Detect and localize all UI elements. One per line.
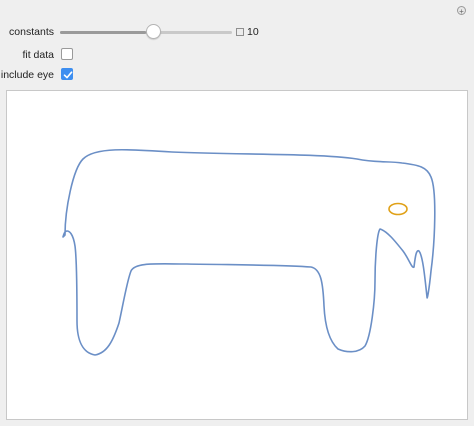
constants-label: constants xyxy=(9,26,54,38)
slider-fill xyxy=(60,31,146,34)
constants-value: 10 xyxy=(247,26,259,38)
fit-data-checkbox[interactable] xyxy=(61,48,73,60)
fit-data-label: fit data xyxy=(22,49,54,61)
elephant-outline xyxy=(62,148,436,356)
animation-toggle-icon[interactable] xyxy=(236,28,244,36)
include-eye-label: include eye xyxy=(0,69,54,81)
include-eye-checkbox[interactable] xyxy=(61,68,73,80)
plot-area xyxy=(6,90,468,420)
slider-thumb[interactable] xyxy=(145,24,161,39)
elephant-eye xyxy=(388,202,408,216)
manipulate-panel: + constants 10 fit data include eye xyxy=(0,0,474,426)
elephant-plot xyxy=(62,148,436,356)
checkmark-icon xyxy=(63,71,73,79)
add-options-icon[interactable]: + xyxy=(457,6,466,16)
